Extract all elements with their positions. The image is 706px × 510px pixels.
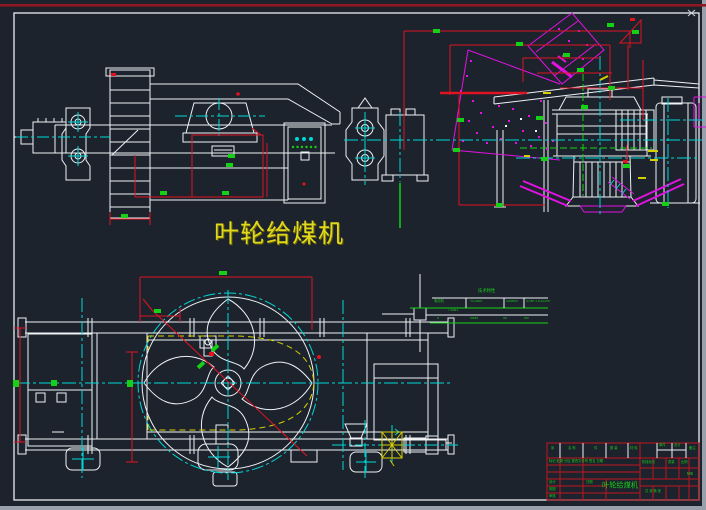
title-block-grid (546, 442, 700, 501)
titleblock-header-cell: 总计 (674, 444, 681, 448)
titleblock-field-label: 制图 (549, 488, 556, 492)
view-plan (13, 271, 458, 487)
titleblock-scale-value: M5 (687, 472, 694, 477)
titleblock-header-cell: 件 (594, 447, 598, 451)
border-frame (0, 4, 706, 501)
titleblock-field-label: 审核 (549, 495, 556, 499)
titleblock-header-cell: 备注 (689, 447, 696, 451)
param-cell: Y0-5851 (470, 300, 483, 304)
titleblock-sheet-info: 共 张 第 张 (645, 490, 661, 494)
drawing-title: 叶轮给煤机 (214, 219, 345, 248)
titleblock-date-label: 日期 (586, 481, 593, 485)
cad-drawing-canvas (0, 0, 706, 510)
param-cell: 6m (524, 317, 529, 321)
titleblock-header-cell: 序 (551, 447, 555, 451)
view-side-elevation (14, 67, 341, 225)
titleblock-scale-label: 比例 (681, 461, 688, 465)
titleblock-field-label: 设计 (549, 481, 556, 485)
param-cell: 470m 1.5-637m³ (526, 300, 551, 304)
view-cross-section (344, 12, 706, 228)
titleblock-product-name: 叶轮给煤机 (602, 481, 638, 490)
param-cell: 400/600 (506, 300, 518, 304)
titleblock-header-cell: 名 称 (568, 447, 576, 451)
titleblock-header-cell: 单件 (659, 444, 666, 448)
param-cell: 8 (437, 317, 439, 321)
param-table-caption: 技术特性 (478, 289, 496, 294)
titleblock-header-cell: 数 量 (610, 447, 618, 451)
titleblock-header-cell: 材 料 (630, 447, 638, 451)
param-cell: ≈ 6351 (448, 309, 459, 313)
param-cell: 650m (470, 317, 479, 321)
cad-viewport[interactable]: 叶轮给煤机 技术特性 电动机 Y0-5851 400/600 470m 1.5-… (0, 0, 706, 510)
titleblock-stage-label: 阶段标记 (642, 461, 656, 465)
param-cell: 电动机 (434, 300, 444, 304)
titleblock-revision-row: 标记 处数 分区 更改文件号 签名 日期 (549, 460, 604, 464)
titleblock-mass-label: 质量 (668, 461, 675, 465)
param-cell: 55 (503, 317, 507, 321)
